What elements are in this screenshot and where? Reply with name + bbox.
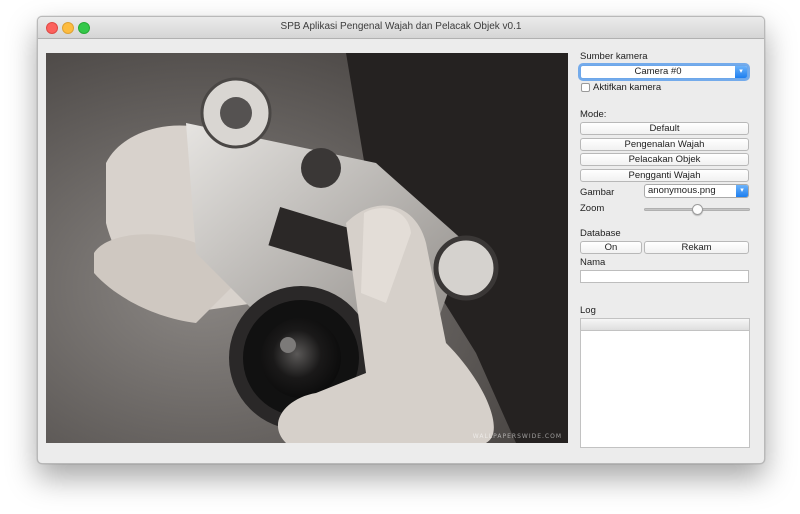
title-bar: SPB Aplikasi Pengenal Wajah dan Pelacak … (38, 17, 764, 39)
mode-label: Mode: (580, 109, 607, 120)
name-label: Nama (580, 257, 606, 268)
name-input[interactable] (580, 270, 749, 283)
database-label: Database (580, 228, 621, 239)
camera-viewport: WALLPAPERSWIDE.COM (46, 53, 568, 443)
photo-watermark: WALLPAPERSWIDE.COM (472, 433, 562, 440)
image-select-value: anonymous.png (648, 185, 716, 196)
log-label: Log (580, 305, 596, 316)
database-on-button[interactable]: On (580, 241, 642, 254)
chevron-down-icon: ▾ (736, 185, 748, 197)
mode-default-button[interactable]: Default (580, 122, 749, 135)
activate-camera-label: Aktifkan kamera (593, 82, 662, 93)
camera-select[interactable]: Camera #0 ▾ (580, 65, 748, 79)
record-button[interactable]: Rekam (644, 241, 749, 254)
zoom-label: Zoom (580, 203, 605, 214)
log-output[interactable] (580, 318, 750, 448)
mode-face-swap-button[interactable]: Pengganti Wajah (580, 169, 749, 182)
camera-select-value: Camera #0 (634, 66, 682, 77)
camera-photo (46, 53, 568, 443)
mode-face-recognition-button[interactable]: Pengenalan Wajah (580, 138, 749, 151)
window-title: SPB Aplikasi Pengenal Wajah dan Pelacak … (280, 21, 522, 32)
camera-source-label: Sumber kamera (580, 51, 648, 62)
zoom-slider-knob[interactable] (691, 204, 703, 215)
log-header (581, 319, 749, 331)
app-window: SPB Aplikasi Pengenal Wajah dan Pelacak … (37, 16, 765, 464)
mode-object-tracking-button[interactable]: Pelacakan Objek (580, 153, 749, 166)
activate-camera-checkbox[interactable] (581, 83, 590, 92)
image-select[interactable]: anonymous.png ▾ (644, 184, 749, 198)
image-label: Gambar (580, 187, 615, 198)
chevron-down-icon: ▾ (735, 66, 747, 78)
control-panel: Sumber kamera Camera #0 ▾ Aktifkan kamer… (580, 47, 750, 457)
